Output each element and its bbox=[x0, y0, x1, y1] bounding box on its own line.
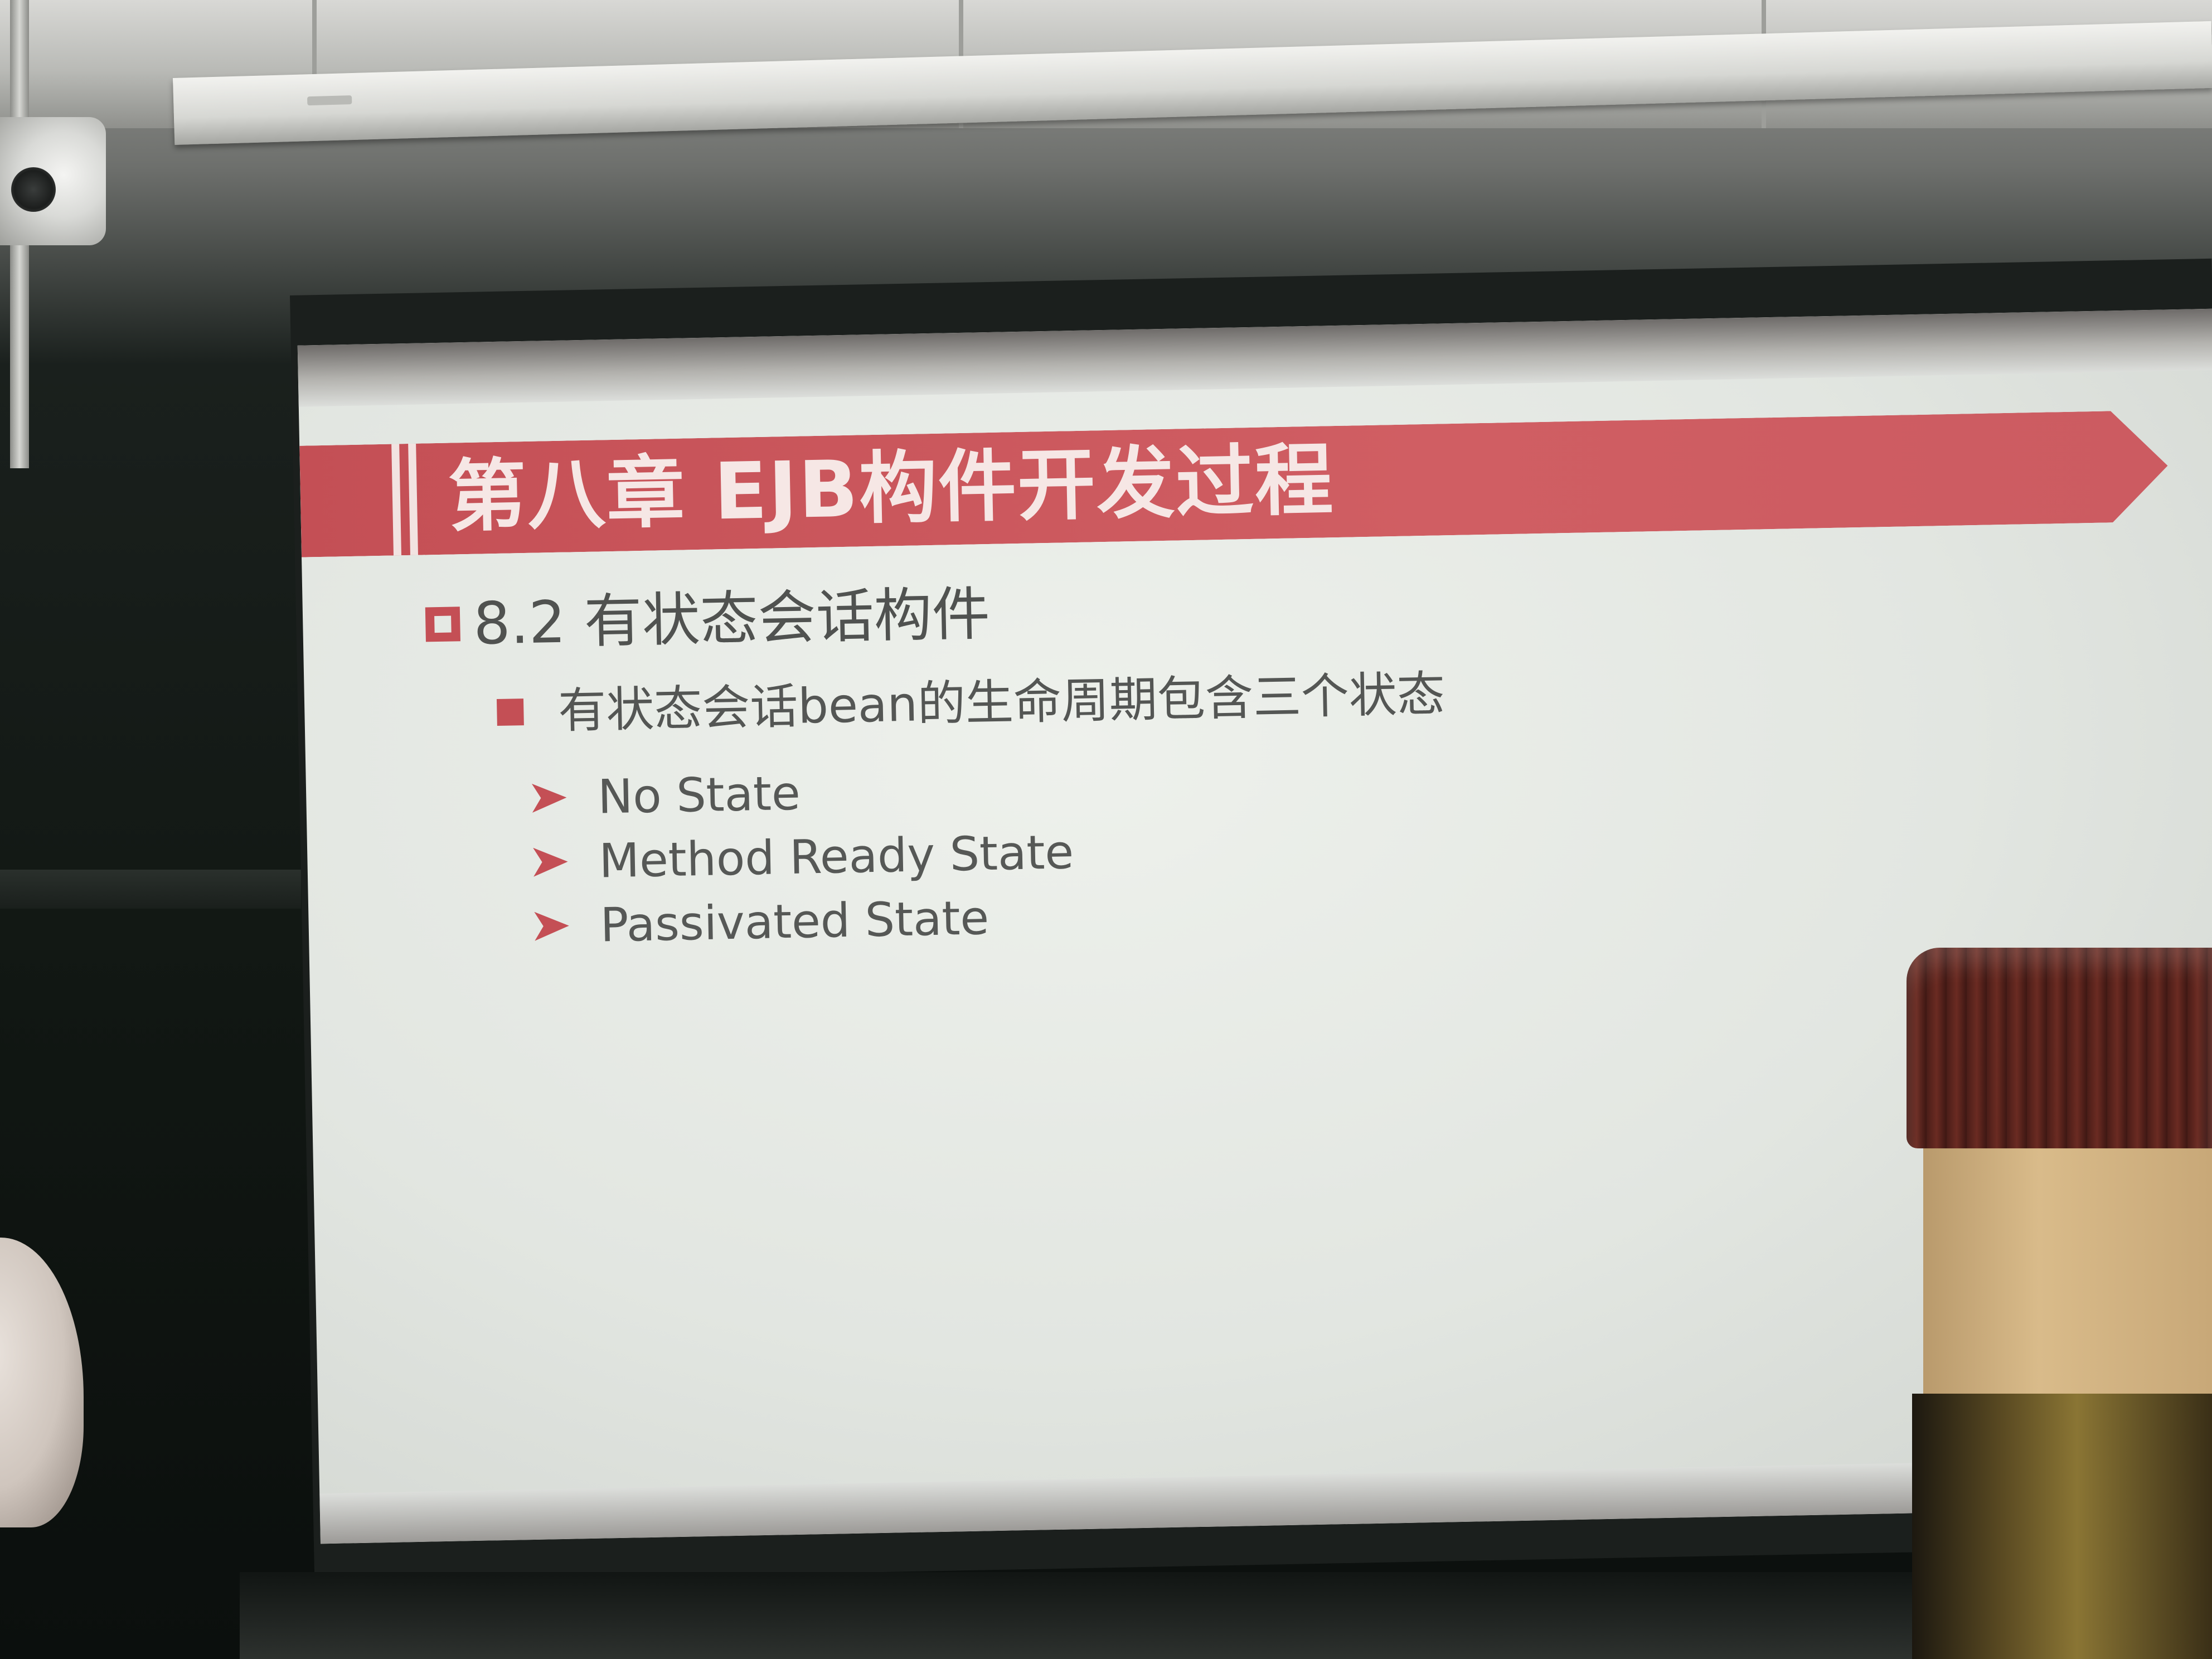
banner-divider bbox=[408, 444, 418, 555]
ceiling-camera bbox=[0, 117, 106, 245]
jar-body bbox=[1912, 1394, 2212, 1659]
banner-divider bbox=[391, 444, 401, 555]
title-banner: 第八章 EJB构件开发过程 bbox=[299, 410, 2169, 557]
arrow-bullet-icon bbox=[534, 911, 569, 941]
state-text: No State bbox=[597, 765, 801, 824]
bullet-text: 有状态会话bean的生命周期包含三个状态 bbox=[557, 666, 1445, 739]
section-heading: 8.2 有状态会话构件 bbox=[425, 580, 991, 658]
state-item: Method Ready State bbox=[533, 824, 1074, 890]
camera-lens bbox=[11, 167, 56, 212]
person-shoulder bbox=[0, 1238, 84, 1527]
arrow-bullet-icon bbox=[531, 783, 567, 813]
classroom-photo: 第八章 EJB构件开发过程 8.2 有状态会话构件 有状态会话bean的生命周期… bbox=[0, 0, 2212, 1659]
state-text: Method Ready State bbox=[598, 824, 1074, 889]
hollow-square-icon bbox=[425, 607, 460, 642]
jar-label bbox=[1923, 1148, 2212, 1394]
slide-title: 第八章 EJB构件开发过程 bbox=[447, 435, 1335, 543]
blackboard-ledge bbox=[0, 870, 301, 909]
state-item: Passivated State bbox=[534, 890, 989, 954]
state-item: No State bbox=[531, 765, 801, 826]
slide-top-shadow bbox=[297, 308, 2212, 407]
jar-cap bbox=[1907, 948, 2212, 1148]
section-heading-text: 8.2 有状态会话构件 bbox=[473, 580, 991, 658]
filled-square-icon bbox=[496, 698, 524, 726]
screen-case-logo bbox=[307, 95, 352, 106]
state-text: Passivated State bbox=[599, 890, 989, 953]
bullet-item: 有状态会话bean的生命周期包含三个状态 bbox=[496, 666, 1445, 740]
arrow-bullet-icon bbox=[533, 847, 568, 877]
foreground-jar bbox=[1907, 948, 2212, 1659]
